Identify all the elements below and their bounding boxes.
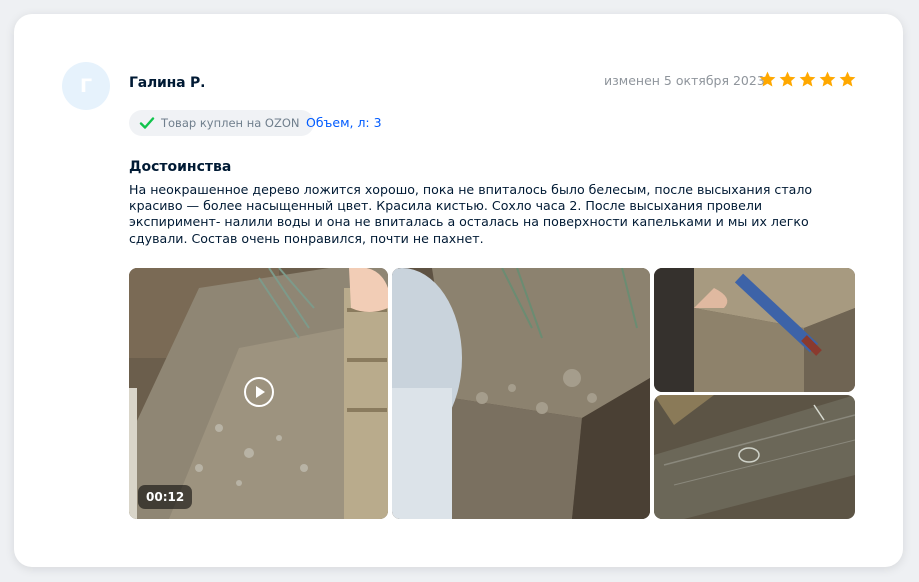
star-icon — [819, 71, 836, 87]
star-icon — [839, 71, 856, 87]
video-duration: 00:12 — [138, 485, 193, 509]
review-photo[interactable] — [654, 395, 855, 519]
review-photo[interactable] — [654, 268, 855, 392]
review-date: изменен 5 октября 2023 — [604, 73, 765, 88]
verified-purchase-badge: Товар куплен на OZON — [129, 110, 314, 136]
rating-stars — [758, 70, 857, 89]
star-icon — [799, 71, 816, 87]
section-title: Достоинства — [129, 159, 232, 175]
play-icon[interactable] — [244, 377, 274, 407]
author-name[interactable]: Галина Р. — [129, 75, 205, 91]
review-photo[interactable] — [392, 268, 650, 519]
star-icon — [779, 71, 796, 87]
volume-variant-link[interactable]: Объем, л: 3 — [306, 115, 382, 130]
review-text: На неокрашенное дерево ложится хорошо, п… — [129, 182, 813, 246]
star-icon — [759, 71, 776, 87]
check-icon — [139, 117, 155, 129]
avatar[interactable]: Г — [62, 62, 110, 110]
badge-label: Товар куплен на OZON — [161, 116, 300, 130]
